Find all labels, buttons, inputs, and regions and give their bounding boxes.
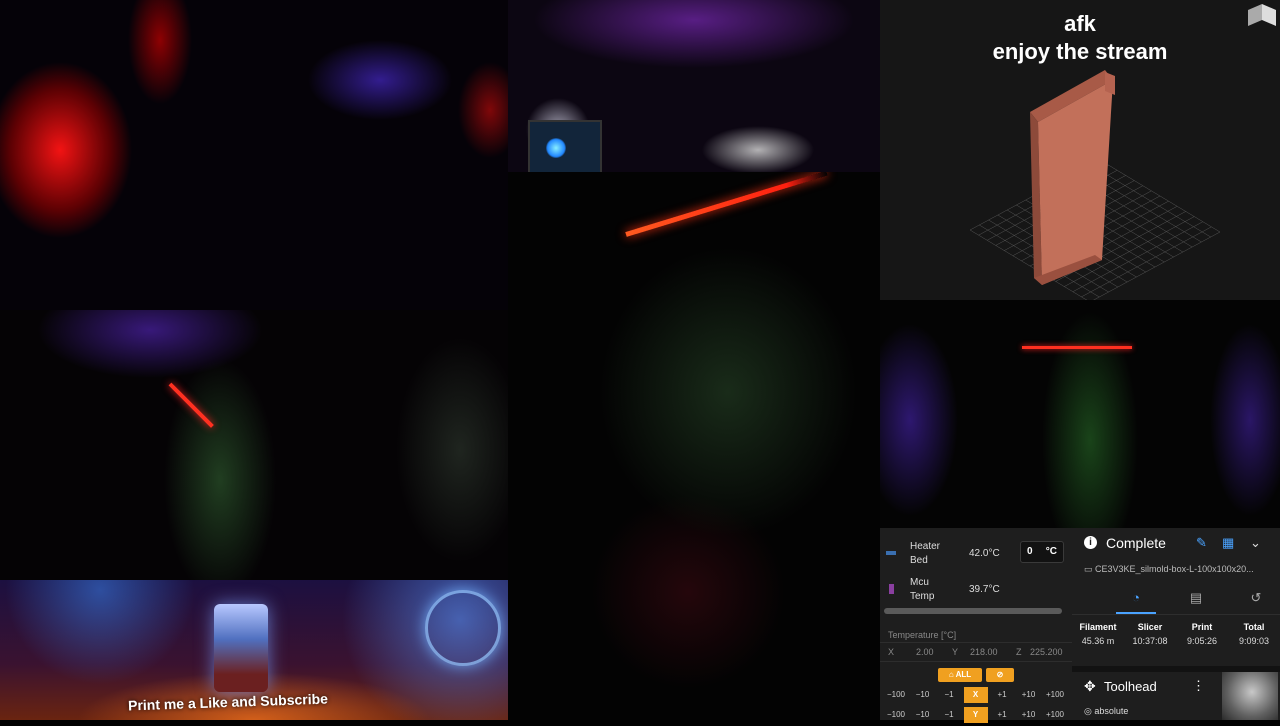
job-tabs: ◔ ▤ ↺ <box>1072 586 1280 615</box>
job-times: Filament 45.36 m Slicer 10:37:08 Print 9:05:2… <box>1072 622 1280 656</box>
toolhead-thumbnail <box>1222 672 1278 720</box>
model-preview-panel: afk enjoy the stream <box>880 0 1280 300</box>
jog-button[interactable]: +10 <box>1017 707 1041 723</box>
job-time-cell: Filament 45.36 m <box>1072 622 1124 646</box>
printer-screen <box>528 120 602 172</box>
glow-orb <box>425 590 501 666</box>
job-time-value: 9:05:26 <box>1186 636 1218 646</box>
camera-feed-center <box>508 172 880 720</box>
chevron-down-icon[interactable]: ⌄ <box>1250 535 1261 551</box>
info-icon: i <box>1084 536 1097 549</box>
jog-axis-label: X <box>963 687 988 703</box>
jog-button[interactable]: −1 <box>937 687 961 703</box>
subscribe-banner: Print me a Like and Subscribe <box>0 580 508 720</box>
thermometer-icon <box>889 584 894 594</box>
laser-line <box>168 382 214 428</box>
history-icon[interactable]: ↺ <box>1236 590 1276 612</box>
temperature-panel: Heater Bed 42.0°C 0 °C Mcu Temp 39.7°C T… <box>880 528 1073 723</box>
jog-button[interactable]: +1 <box>990 687 1014 703</box>
job-time-value: 45.36 m <box>1081 636 1115 646</box>
job-time-label: Print <box>1191 622 1213 632</box>
temp-name-line2: Bed <box>910 555 928 566</box>
temp-name-line2: Temp <box>910 591 935 602</box>
motors-off-button[interactable]: ⊘ <box>986 668 1014 682</box>
job-time-value: 10:37:08 <box>1132 636 1168 646</box>
z-value: 225.200 <box>1030 647 1063 657</box>
camera-feed-right <box>880 300 1280 530</box>
temp-target-value: 0 <box>1027 546 1033 557</box>
jog-button[interactable]: +1 <box>990 707 1014 723</box>
temp-name-line1: Mcu <box>910 577 929 588</box>
toolhead-panel: ✥ Toolhead ⋮ ◎ absolute <box>1072 666 1280 726</box>
jog-button[interactable]: −10 <box>911 707 935 723</box>
camera-feed-bottom-left <box>0 310 508 580</box>
print-job-panel: i Complete ✎ ▦ ⌄ ▭ CE3V3KE_silmold-box-L… <box>1072 528 1280 720</box>
temp-name-line1: Heater <box>910 541 941 552</box>
x-value: 2.00 <box>916 647 934 657</box>
toolhead-title: Toolhead <box>1104 679 1157 694</box>
temp-current: 39.7°C <box>969 584 1000 595</box>
positioning-mode: absolute <box>1094 706 1129 716</box>
more-menu-icon[interactable]: ⋮ <box>1192 678 1205 694</box>
job-time-cell: Print 9:05:26 <box>1176 622 1228 646</box>
printer-dashboard: Heater Bed 42.0°C 0 °C Mcu Temp 39.7°C T… <box>880 528 1280 723</box>
afk-title-line2: enjoy the stream <box>992 39 1168 64</box>
jog-button[interactable]: +100 <box>1043 687 1067 703</box>
heater-bed-icon <box>886 551 896 555</box>
camera-feed-top-left <box>0 0 508 310</box>
banner-caption: Print me a Like and Subscribe <box>127 690 329 714</box>
temp-target-input[interactable]: 0 °C <box>1020 541 1064 563</box>
afk-title-line1: afk <box>1064 11 1096 36</box>
jog-axis-label: Y <box>963 707 988 723</box>
horizontal-scrollbar[interactable] <box>884 608 1062 614</box>
afk-title: afk enjoy the stream <box>880 10 1280 66</box>
position-readout: X 2.00 Y 218.00 Z 225.200 <box>880 642 1072 662</box>
job-time-value: 9:09:03 <box>1238 636 1270 646</box>
job-header: i Complete ✎ ▦ ⌄ <box>1072 528 1280 558</box>
target-icon: ◎ <box>1084 706 1092 716</box>
job-time-label: Slicer <box>1137 622 1163 632</box>
home-all-button[interactable]: ⌂ ALL <box>938 668 982 682</box>
temp-target-unit: °C <box>1045 546 1057 557</box>
printer-icon[interactable]: ▦ <box>1222 535 1234 551</box>
cube-icon <box>1248 4 1276 26</box>
home-icon: ⌂ <box>948 670 954 679</box>
y-label: Y <box>952 647 959 657</box>
jog-button[interactable]: +10 <box>1017 687 1041 703</box>
job-time-label: Total <box>1243 622 1265 632</box>
job-time-cell: Slicer 10:37:08 <box>1124 622 1176 646</box>
file-icon: ▭ <box>1084 564 1093 574</box>
y-value: 218.00 <box>970 647 998 657</box>
laser-line <box>1022 346 1132 349</box>
file-icon[interactable]: ▤ <box>1176 590 1216 612</box>
x-label: X <box>888 647 895 657</box>
jog-button[interactable]: −100 <box>884 707 908 723</box>
printer-illustration <box>214 604 268 692</box>
temp-current: 42.0°C <box>969 548 1000 559</box>
jog-button[interactable]: +100 <box>1043 707 1067 723</box>
job-filename: CE3V3KE_silmold-box-L-100x100x20... <box>1095 564 1254 574</box>
jog-row-y: −100 −10 −1 Y +1 +10 +100 <box>880 707 1072 723</box>
job-time-label: Filament <box>1079 622 1117 632</box>
jog-button[interactable]: −1 <box>937 707 961 723</box>
jog-button[interactable]: −100 <box>884 687 908 703</box>
camera-feed-top-center <box>508 0 880 172</box>
job-time-cell: Total 9:09:03 <box>1228 622 1280 646</box>
jog-row-x: −100 −10 −1 X +1 +10 +100 <box>880 687 1072 703</box>
job-status: Complete <box>1106 535 1166 551</box>
temp-row-mcu: Mcu Temp 39.7°C <box>880 572 1072 606</box>
gamepad-icon: ✥ <box>1084 678 1096 694</box>
laser-line <box>625 172 828 237</box>
home-all-label: ALL <box>955 670 972 679</box>
temp-row-heater-bed: Heater Bed 42.0°C 0 °C <box>880 536 1072 570</box>
model-tab <box>1105 72 1115 95</box>
jog-button[interactable]: −10 <box>911 687 935 703</box>
speedometer-icon[interactable]: ◔ <box>1116 590 1156 614</box>
z-label: Z <box>1016 647 1022 657</box>
brush-icon[interactable]: ✎ <box>1196 535 1207 551</box>
temperature-chart-label: Temperature [°C] <box>888 630 957 640</box>
motors-off-icon: ⊘ <box>996 670 1004 679</box>
job-filename-row: ▭ CE3V3KE_silmold-box-L-100x100x20... <box>1084 564 1280 575</box>
